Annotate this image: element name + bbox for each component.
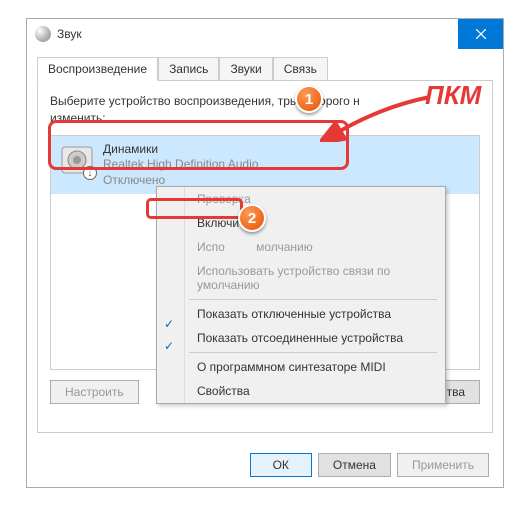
annotation-marker-1: 1 <box>295 85 323 113</box>
window-title: Звук <box>57 27 82 41</box>
tab-strip: Воспроизведение Запись Звуки Связь <box>37 57 493 81</box>
close-button[interactable] <box>458 19 503 49</box>
titlebar[interactable]: Звук <box>27 19 503 49</box>
menu-enable[interactable]: Включить <box>185 211 445 235</box>
tab-sounds[interactable]: Звуки <box>219 57 272 80</box>
menu-show-disabled[interactable]: Показать отключенные устройства <box>185 302 445 326</box>
device-name: Динамики <box>103 142 258 158</box>
annotation-pkm-label: ПКМ <box>425 80 481 111</box>
check-icon: ✓ <box>164 317 174 331</box>
menu-properties[interactable]: Свойства <box>185 379 445 403</box>
menu-set-default: Использовмолчанию <box>185 235 445 259</box>
tab-playback[interactable]: Воспроизведение <box>37 57 158 81</box>
configure-button: Настроить <box>50 380 139 404</box>
device-driver: Realtek High Definition Audio <box>103 157 258 173</box>
disabled-overlay-icon: ↓ <box>83 166 97 180</box>
sound-icon <box>35 26 51 42</box>
check-icon: ✓ <box>164 339 174 353</box>
tab-communications[interactable]: Связь <box>273 57 328 80</box>
menu-about-midi[interactable]: О программном синтезаторе MIDI <box>185 355 445 379</box>
tab-recording[interactable]: Запись <box>158 57 219 80</box>
context-menu: ✓ ✓ Проверка Включить Использовмолчанию … <box>156 186 446 404</box>
speaker-icon: ↓ <box>59 142 95 178</box>
annotation-marker-2: 2 <box>238 204 266 232</box>
instruction-text: Выберите устройство воспроизведения, тры… <box>50 93 480 127</box>
menu-separator <box>189 299 437 300</box>
menu-show-disconnected[interactable]: Показать отсоединенные устройства <box>185 326 445 350</box>
menu-separator <box>189 352 437 353</box>
cancel-button[interactable]: Отмена <box>318 453 391 477</box>
menu-test: Проверка <box>185 187 445 211</box>
device-list[interactable]: ↓ Динамики Realtek High Definition Audio… <box>50 135 480 370</box>
ok-button[interactable]: ОК <box>250 453 312 477</box>
tab-content: Выберите устройство воспроизведения, тры… <box>37 81 493 433</box>
apply-button: Применить <box>397 453 489 477</box>
menu-set-default-comm: Использовать устройство связи по умолчан… <box>185 259 445 297</box>
